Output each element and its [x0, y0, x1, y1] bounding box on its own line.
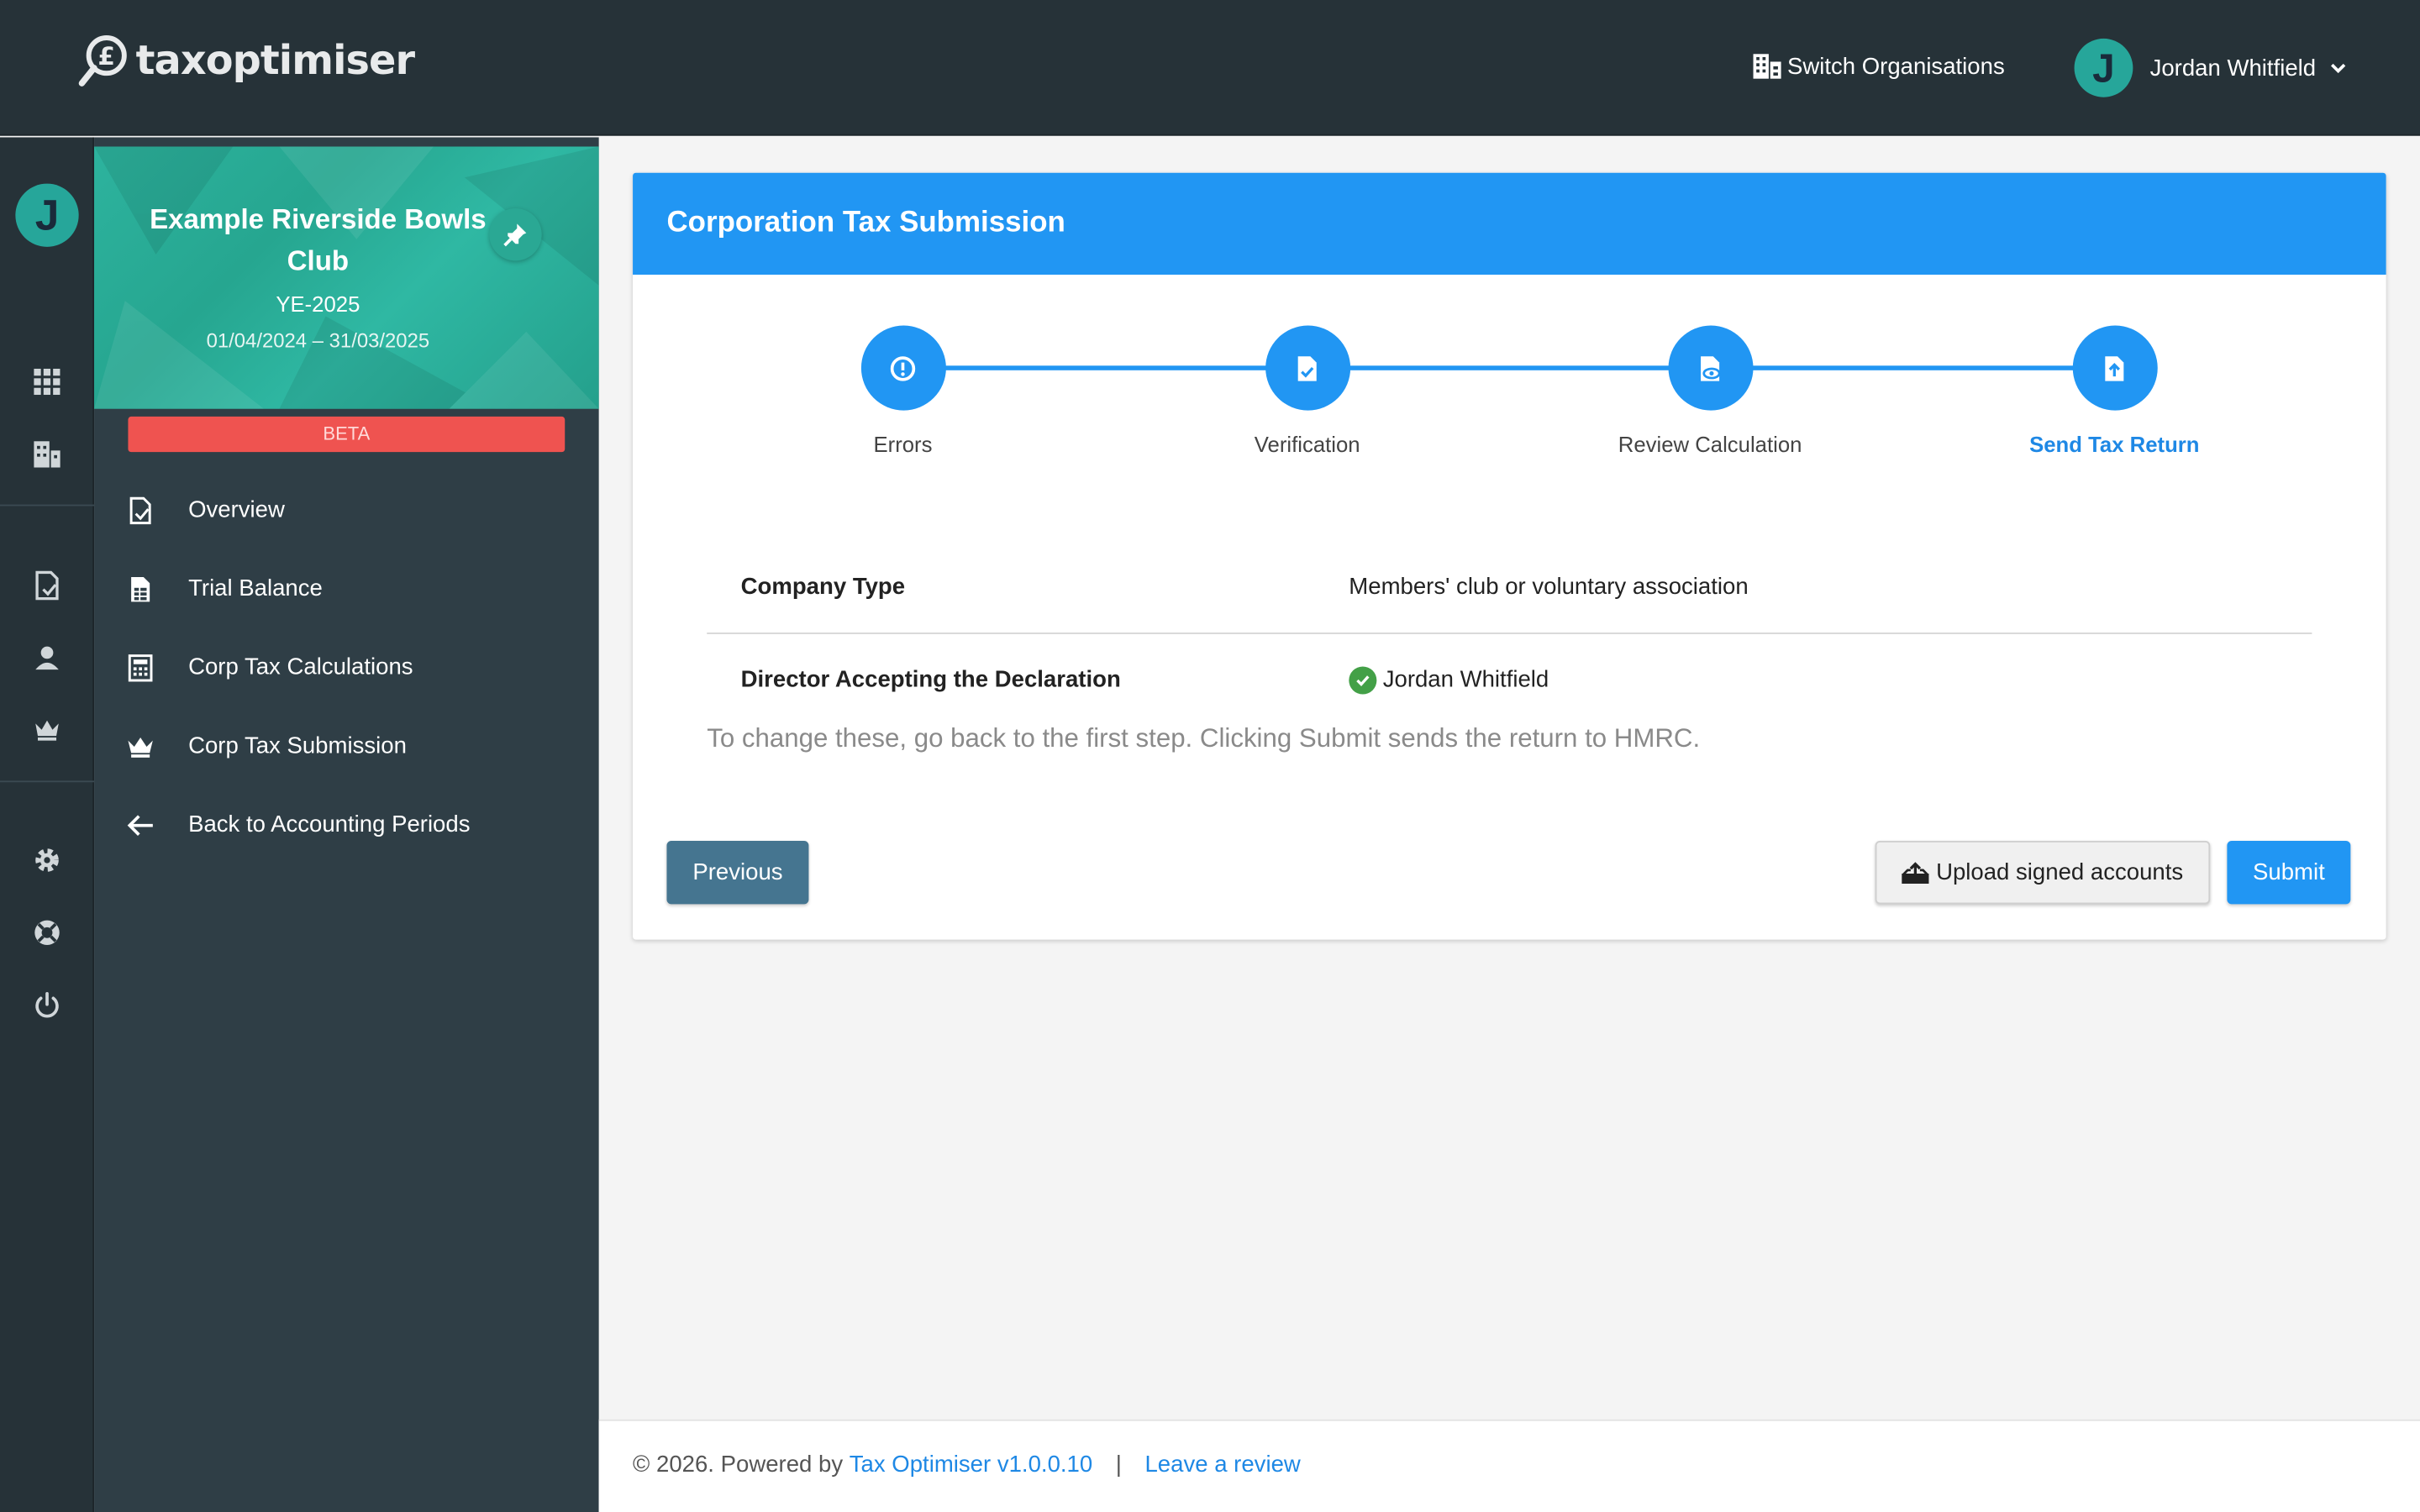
crown-icon	[128, 737, 153, 757]
document-eye-icon	[1701, 355, 1721, 381]
stepper: Errors Verification Review Calculation S…	[633, 275, 2386, 475]
svg-text:£: £	[98, 42, 115, 71]
submission-card: Corporation Tax Submission Errors Verifi…	[633, 172, 2386, 940]
brand-name: taxoptimiser	[135, 38, 415, 86]
rail-divider	[0, 780, 95, 783]
organisation-card: Example Riverside Bowls Club YE-2025 01/…	[94, 146, 599, 409]
arrow-left-icon	[127, 814, 153, 836]
buildings-icon[interactable]	[31, 438, 64, 471]
beta-badge: BETA	[128, 416, 566, 453]
nav-label: Overview	[188, 496, 285, 523]
step-circle	[1265, 325, 1350, 411]
nav-item-trial-balance[interactable]: Trial Balance	[94, 549, 599, 628]
power-icon[interactable]	[31, 989, 64, 1021]
nav-label: Corp Tax Calculations	[188, 654, 413, 681]
pin-button[interactable]	[489, 207, 542, 261]
pin-icon	[503, 223, 527, 247]
period-label: YE-2025	[276, 291, 360, 317]
step-errors[interactable]: Errors	[780, 325, 1027, 457]
declaration-table: Company Type Members' club or voluntary …	[707, 540, 2312, 725]
step-label: Errors	[873, 432, 933, 457]
switch-organisations-link[interactable]: Switch Organisations	[1752, 52, 2005, 80]
switch-organisations-label: Switch Organisations	[1786, 53, 2005, 80]
upload-label: Upload signed accounts	[1936, 859, 2184, 886]
leave-review-link[interactable]: Leave a review	[1144, 1452, 1300, 1478]
nav-item-back-to-accounting-periods[interactable]: Back to Accounting Periods	[94, 785, 599, 864]
lifebuoy-icon[interactable]	[31, 916, 64, 949]
crown-icon[interactable]	[31, 713, 64, 746]
previous-button[interactable]: Previous	[666, 841, 809, 905]
user-name: Jordan Whitfield	[2149, 55, 2317, 81]
nav-item-corp-tax-calculations[interactable]: Corp Tax Calculations	[94, 628, 599, 707]
check-circle-icon	[1349, 665, 1377, 694]
footer: © 2026. Powered by Tax Optimiser v1.0.0.…	[598, 1419, 2420, 1512]
rail-avatar[interactable]: J	[15, 183, 79, 247]
icon-rail: J	[0, 137, 95, 1512]
alert-icon	[890, 355, 916, 381]
document-check-icon	[1297, 355, 1317, 381]
card-title: Corporation Tax Submission	[633, 172, 2386, 275]
rail-divider	[0, 504, 95, 507]
brand-logo[interactable]: £ taxoptimiser	[77, 34, 415, 89]
spreadsheet-icon	[131, 576, 150, 601]
product-link[interactable]: Tax Optimiser v1.0.0.10	[850, 1452, 1092, 1478]
chevron-down-icon	[2330, 63, 2345, 74]
top-bar: £ taxoptimiser Switch Organisations J Jo…	[0, 0, 2420, 136]
apps-grid-icon[interactable]	[31, 365, 64, 398]
upload-signed-accounts-button[interactable]: Upload signed accounts	[1875, 841, 2211, 905]
magnifier-pound-icon: £	[78, 35, 127, 87]
row-value: Members' club or voluntary association	[1349, 573, 1748, 599]
sidebar-nav: Overview Trial Balance Corp Tax Calculat…	[94, 470, 599, 864]
user-menu[interactable]: J Jordan Whitfield	[2074, 38, 2347, 97]
step-circle	[2071, 325, 2157, 411]
row-key: Director Accepting the Declaration	[740, 666, 1121, 693]
step-label: Verification	[1254, 432, 1360, 457]
step-review-calculation[interactable]: Review Calculation	[1586, 325, 1833, 457]
stepper-line	[902, 365, 2115, 370]
submit-button[interactable]: Submit	[2227, 841, 2351, 905]
step-verification[interactable]: Verification	[1184, 325, 1431, 457]
row-key: Company Type	[740, 573, 906, 600]
user-icon[interactable]	[31, 642, 64, 675]
document-check-icon	[129, 496, 151, 524]
sidebar: Example Riverside Bowls Club YE-2025 01/…	[94, 137, 599, 1512]
nav-label: Corp Tax Submission	[188, 732, 407, 759]
step-circle	[860, 325, 946, 411]
row-value: Jordan Whitfield	[1349, 665, 1549, 694]
nav-item-overview[interactable]: Overview	[94, 470, 599, 549]
gear-icon[interactable]	[31, 844, 64, 877]
step-send-tax-return[interactable]: Send Tax Return	[1991, 325, 2238, 457]
instruction-note: To change these, go back to the first st…	[707, 723, 1701, 753]
buildings-icon	[1753, 54, 1781, 79]
nav-item-corp-tax-submission[interactable]: Corp Tax Submission	[94, 706, 599, 785]
nav-label: Trial Balance	[188, 575, 323, 602]
period-dates: 01/04/2024 – 31/03/2025	[206, 328, 430, 352]
director-value: Jordan Whitfield	[1382, 666, 1549, 693]
company-type-value: Members' club or voluntary association	[1349, 573, 1749, 600]
avatar: J	[2074, 38, 2133, 97]
organisation-name: Example Riverside Bowls Club	[150, 203, 487, 276]
upload-tray-icon	[1902, 861, 1930, 884]
table-row: Director Accepting the Declaration Jorda…	[707, 633, 2312, 725]
calculator-icon	[128, 654, 153, 681]
step-label: Send Tax Return	[2029, 432, 2200, 457]
step-label: Review Calculation	[1618, 432, 1802, 457]
step-circle	[1667, 325, 1753, 411]
document-check-icon[interactable]	[31, 570, 64, 602]
footer-separator: |	[1115, 1452, 1122, 1478]
nav-label: Back to Accounting Periods	[188, 811, 471, 838]
table-row: Company Type Members' club or voluntary …	[707, 540, 2312, 633]
file-upload-icon	[2105, 355, 2124, 381]
copyright-text: © 2026. Powered by	[633, 1452, 850, 1478]
